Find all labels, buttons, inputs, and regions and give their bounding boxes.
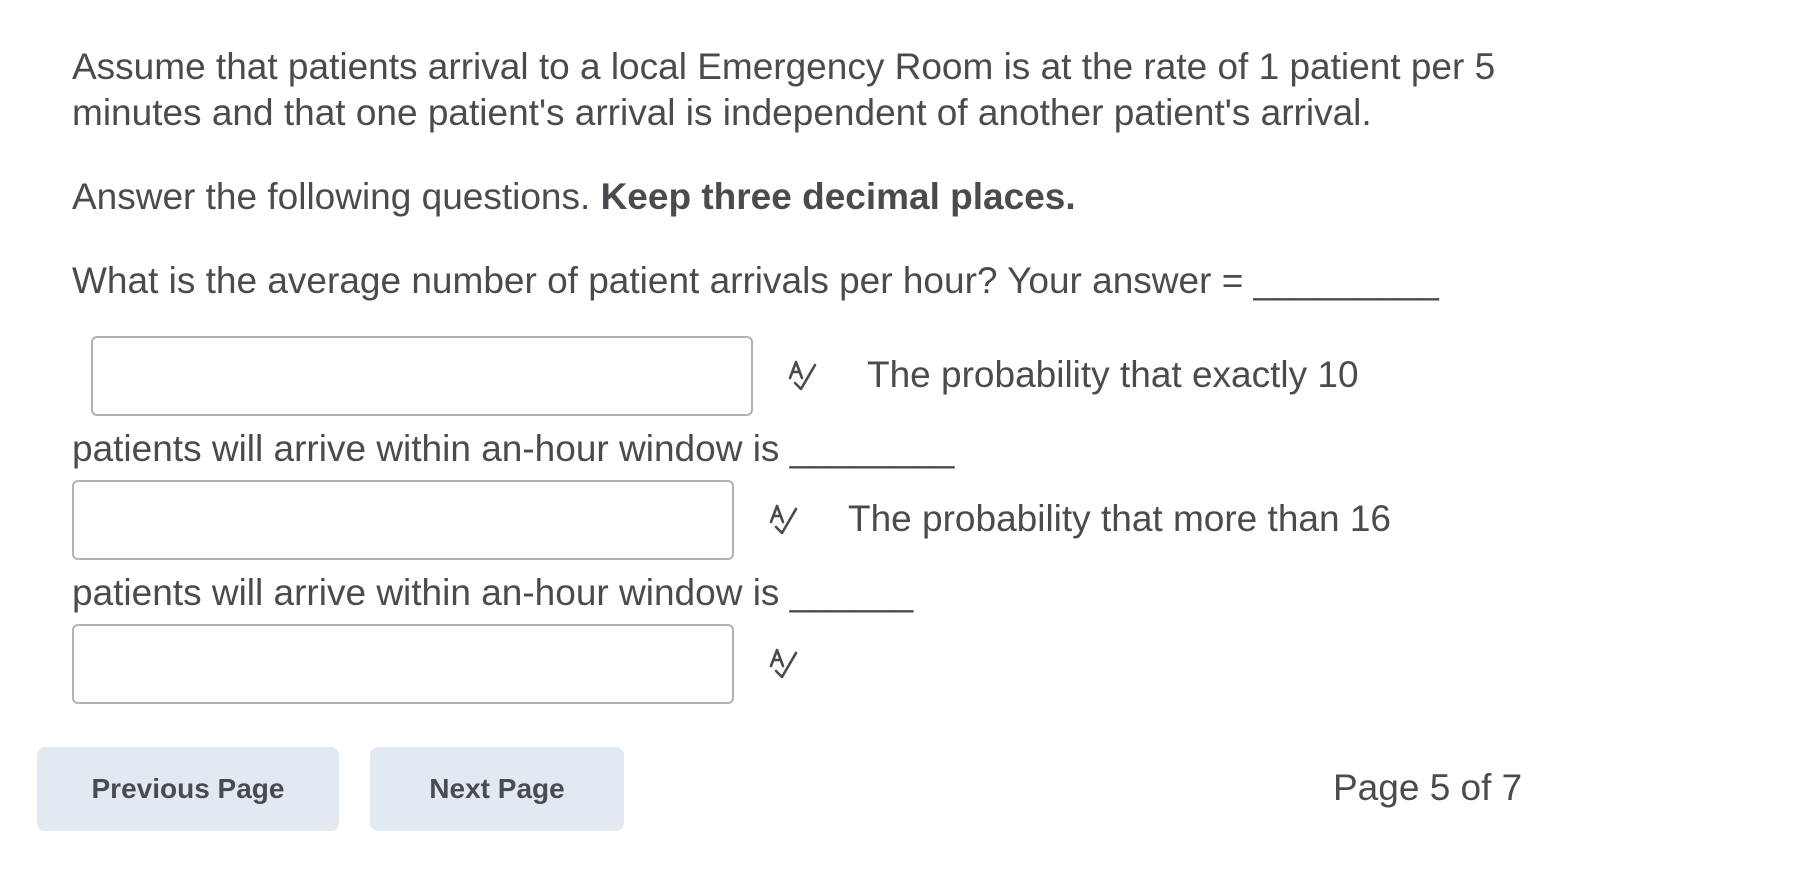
question-2-end: patients will arrive within an-hour wind… bbox=[72, 428, 955, 469]
question-instruction: Answer the following questions. Keep thr… bbox=[72, 174, 1572, 220]
answer-input-3[interactable] bbox=[72, 624, 734, 704]
answer-input-1[interactable] bbox=[91, 336, 753, 416]
spellcheck-icon[interactable] bbox=[763, 644, 803, 684]
answer-input-2[interactable] bbox=[72, 480, 734, 560]
question-content: Assume that patients arrival to a local … bbox=[72, 44, 1572, 706]
question-2-start: The probability that exactly 10 bbox=[867, 354, 1359, 395]
instruction-text: Answer the following questions. bbox=[72, 176, 601, 217]
question-1-text: What is the average number of patient ar… bbox=[72, 260, 1439, 301]
previous-page-button[interactable]: Previous Page bbox=[37, 747, 339, 831]
question-3-start: The probability that more than 16 bbox=[848, 498, 1391, 539]
question-3-end: patients will arrive within an-hour wind… bbox=[72, 572, 914, 613]
answer-row-1: The probability that exactly 10 bbox=[72, 336, 1572, 418]
spellcheck-icon[interactable] bbox=[763, 500, 803, 540]
answer-row-3 bbox=[72, 624, 1572, 706]
answer-row-2: The probability that more than 16 bbox=[72, 480, 1572, 562]
page-indicator: Page 5 of 7 bbox=[1333, 767, 1523, 808]
spellcheck-icon[interactable] bbox=[782, 356, 822, 396]
next-page-button[interactable]: Next Page bbox=[370, 747, 624, 831]
page-navigation: Previous Page Next Page Page 5 of 7 bbox=[37, 747, 1537, 831]
instruction-emphasis: Keep three decimal places. bbox=[600, 176, 1076, 217]
question-intro: Assume that patients arrival to a local … bbox=[72, 46, 1496, 133]
